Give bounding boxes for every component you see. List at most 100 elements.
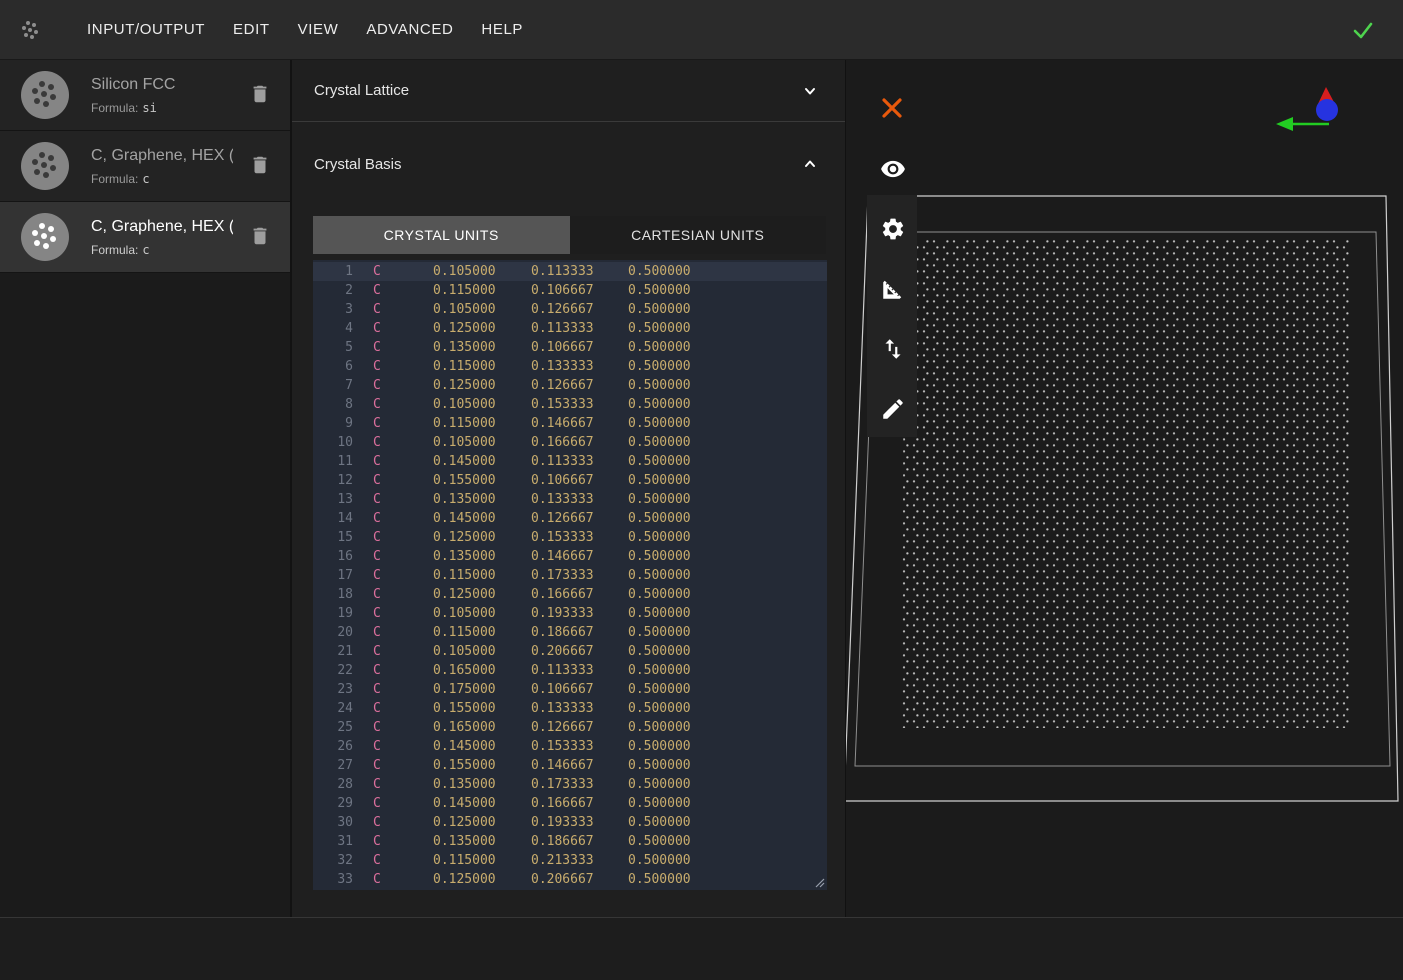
coord-y: 0.113333 [531, 452, 628, 471]
coord-x: 0.125000 [433, 813, 531, 832]
element-symbol: C [373, 661, 387, 680]
coord-y: 0.153333 [531, 528, 628, 547]
swap-axes-button[interactable] [880, 336, 904, 360]
basis-row: 19C0.1050000.1933330.500000 [313, 604, 827, 623]
crystal-lattice-title: Crystal Lattice [314, 82, 798, 99]
element-symbol: C [373, 262, 387, 281]
edit-tool-button[interactable] [880, 396, 904, 420]
menu-item-view[interactable]: VIEW [298, 21, 339, 38]
coord-y: 0.206667 [531, 870, 628, 889]
line-number: 16 [313, 547, 353, 566]
coord-z: 0.500000 [628, 851, 708, 870]
up-down-arrows-icon [880, 336, 906, 362]
element-symbol: C [373, 642, 387, 661]
crystal-lattice-section-header[interactable]: Crystal Lattice [292, 60, 845, 122]
crystal-basis-section-header[interactable]: Crystal Basis [292, 123, 845, 205]
line-number: 22 [313, 661, 353, 680]
line-number: 32 [313, 851, 353, 870]
delete-material-button[interactable] [246, 152, 274, 180]
chevron-up-icon[interactable] [798, 152, 822, 176]
coord-x: 0.135000 [433, 547, 531, 566]
coord-x: 0.125000 [433, 870, 531, 889]
coord-x: 0.115000 [433, 414, 531, 433]
basis-row: 18C0.1250000.1666670.500000 [313, 585, 827, 604]
basis-row: 13C0.1350000.1333330.500000 [313, 490, 827, 509]
top-menu-bar: INPUT/OUTPUT EDIT VIEW ADVANCED HELP [0, 0, 1403, 60]
coord-z: 0.500000 [628, 490, 708, 509]
coord-x: 0.105000 [433, 433, 531, 452]
coord-z: 0.500000 [628, 300, 708, 319]
viewer-canvas[interactable] [846, 60, 1400, 917]
coord-z: 0.500000 [628, 262, 708, 281]
coord-z: 0.500000 [628, 756, 708, 775]
coord-x: 0.105000 [433, 642, 531, 661]
measure-tool-button[interactable] [880, 276, 904, 300]
element-symbol: C [373, 471, 387, 490]
atoms-dot-field [902, 240, 1351, 728]
basis-coordinates-editor[interactable]: 1C0.1050000.1133330.500000 2C0.1150000.1… [313, 260, 827, 890]
menu-item-advanced[interactable]: ADVANCED [366, 21, 453, 38]
coord-z: 0.500000 [628, 870, 708, 889]
coord-x: 0.115000 [433, 281, 531, 300]
delete-material-button[interactable] [246, 223, 274, 251]
coord-y: 0.126667 [531, 376, 628, 395]
line-number: 17 [313, 566, 353, 585]
coord-y: 0.173333 [531, 566, 628, 585]
coord-x: 0.115000 [433, 357, 531, 376]
element-symbol: C [373, 376, 387, 395]
coord-z: 0.500000 [628, 452, 708, 471]
material-list-item-3[interactable]: C, Graphene, HEX (P6/mmm) Formula:c [0, 202, 290, 273]
basis-row: 11C0.1450000.1133330.500000 [313, 452, 827, 471]
viewer-settings-button[interactable] [880, 216, 904, 240]
basis-row: 7C0.1250000.1266670.500000 [313, 376, 827, 395]
coord-z: 0.500000 [628, 737, 708, 756]
coord-x: 0.145000 [433, 509, 531, 528]
line-number: 19 [313, 604, 353, 623]
coord-y: 0.193333 [531, 813, 628, 832]
coord-z: 0.500000 [628, 509, 708, 528]
delete-material-button[interactable] [246, 81, 274, 109]
basis-row: 10C0.1050000.1666670.500000 [313, 433, 827, 452]
coord-x: 0.155000 [433, 471, 531, 490]
line-number: 20 [313, 623, 353, 642]
element-symbol: C [373, 585, 387, 604]
tab-cartesian-units[interactable]: CARTESIAN UNITS [570, 216, 827, 254]
line-number: 9 [313, 414, 353, 433]
confirm-check-button[interactable] [1351, 18, 1375, 42]
coord-z: 0.500000 [628, 338, 708, 357]
menu-item-help[interactable]: HELP [481, 21, 523, 38]
close-viewer-button[interactable] [880, 96, 904, 120]
chevron-down-icon[interactable] [798, 79, 822, 103]
coord-z: 0.500000 [628, 775, 708, 794]
tab-crystal-units[interactable]: CRYSTAL UNITS [313, 216, 570, 254]
element-symbol: C [373, 357, 387, 376]
material-title: C, Graphene, HEX (P6/mmm) [91, 147, 233, 164]
coord-x: 0.115000 [433, 851, 531, 870]
material-list-item-2[interactable]: C, Graphene, HEX (P6/mmm) Formula:c [0, 131, 290, 202]
line-number: 15 [313, 528, 353, 547]
element-symbol: C [373, 604, 387, 623]
basis-row: 17C0.1150000.1733330.500000 [313, 566, 827, 585]
element-symbol: C [373, 528, 387, 547]
coord-z: 0.500000 [628, 623, 708, 642]
coord-x: 0.125000 [433, 585, 531, 604]
coord-x: 0.155000 [433, 756, 531, 775]
coord-z: 0.500000 [628, 357, 708, 376]
line-number: 14 [313, 509, 353, 528]
visibility-button[interactable] [880, 156, 904, 180]
menu-item-input-output[interactable]: INPUT/OUTPUT [87, 21, 205, 38]
coord-z: 0.500000 [628, 281, 708, 300]
element-symbol: C [373, 547, 387, 566]
basis-row: 26C0.1450000.1533330.500000 [313, 737, 827, 756]
coord-z: 0.500000 [628, 642, 708, 661]
3d-viewer [846, 60, 1400, 917]
trash-icon [249, 82, 271, 106]
editor-resize-handle[interactable] [813, 876, 825, 888]
element-symbol: C [373, 737, 387, 756]
basis-units-tabs: CRYSTAL UNITSCARTESIAN UNITS [313, 216, 826, 254]
line-number: 10 [313, 433, 353, 452]
material-list-item-1[interactable]: Silicon FCC Formula:si [0, 60, 290, 131]
menu-item-edit[interactable]: EDIT [233, 21, 270, 38]
element-symbol: C [373, 566, 387, 585]
line-number: 2 [313, 281, 353, 300]
